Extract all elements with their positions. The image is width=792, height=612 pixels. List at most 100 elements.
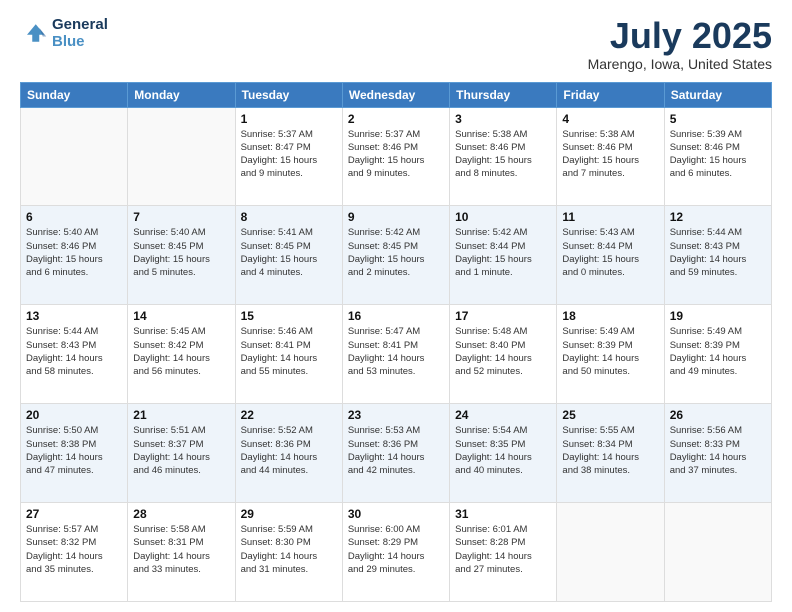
day-info: Sunrise: 5:37 AM Sunset: 8:47 PM Dayligh… [241, 128, 337, 181]
table-row: 28 Sunrise: 5:58 AM Sunset: 8:31 PM Dayli… [128, 503, 235, 602]
day-number: 2 [348, 112, 444, 126]
day-number: 1 [241, 112, 337, 126]
table-row [128, 107, 235, 206]
day-number: 17 [455, 309, 551, 323]
day-number: 31 [455, 507, 551, 521]
day-info: Sunrise: 5:44 AM Sunset: 8:43 PM Dayligh… [26, 325, 122, 378]
day-info: Sunrise: 5:58 AM Sunset: 8:31 PM Dayligh… [133, 523, 229, 576]
calendar-week-row: 1 Sunrise: 5:37 AM Sunset: 8:47 PM Daylig… [21, 107, 772, 206]
header-sunday: Sunday [21, 82, 128, 107]
day-info: Sunrise: 6:00 AM Sunset: 8:29 PM Dayligh… [348, 523, 444, 576]
day-number: 23 [348, 408, 444, 422]
table-row: 30Sunrise: 6:00 AM Sunset: 8:29 PM Dayli… [342, 503, 449, 602]
day-number: 9 [348, 210, 444, 224]
day-info: Sunrise: 5:42 AM Sunset: 8:45 PM Dayligh… [348, 226, 444, 279]
table-row [557, 503, 664, 602]
table-row: 22Sunrise: 5:52 AM Sunset: 8:36 PM Dayli… [235, 404, 342, 503]
calendar-table: Sunday Monday Tuesday Wednesday Thursday… [20, 82, 772, 602]
day-info: Sunrise: 5:43 AM Sunset: 8:44 PM Dayligh… [562, 226, 658, 279]
table-row: 19Sunrise: 5:49 AM Sunset: 8:39 PM Dayli… [664, 305, 771, 404]
logo: General Blue [20, 16, 108, 50]
table-row: 24 Sunrise: 5:54 AM Sunset: 8:35 PM Dayli… [450, 404, 557, 503]
title-block: July 2025 Marengo, Iowa, United States [588, 16, 772, 72]
table-row: 14Sunrise: 5:45 AM Sunset: 8:42 PM Dayli… [128, 305, 235, 404]
table-row: 21Sunrise: 5:51 AM Sunset: 8:37 PM Dayli… [128, 404, 235, 503]
day-number: 5 [670, 112, 766, 126]
table-row: 15 Sunrise: 5:46 AM Sunset: 8:41 PM Dayli… [235, 305, 342, 404]
day-info: Sunrise: 5:41 AM Sunset: 8:45 PM Dayligh… [241, 226, 337, 279]
table-row: 5 Sunrise: 5:39 AM Sunset: 8:46 PM Daylig… [664, 107, 771, 206]
day-number: 6 [26, 210, 122, 224]
day-number: 15 [241, 309, 337, 323]
day-info: Sunrise: 5:48 AM Sunset: 8:40 PM Dayligh… [455, 325, 551, 378]
month-title: July 2025 [588, 16, 772, 56]
table-row: 2 Sunrise: 5:37 AM Sunset: 8:46 PM Daylig… [342, 107, 449, 206]
day-number: 13 [26, 309, 122, 323]
day-number: 27 [26, 507, 122, 521]
table-row: 3Sunrise: 5:38 AM Sunset: 8:46 PM Daylig… [450, 107, 557, 206]
logo-icon [20, 19, 48, 47]
day-number: 10 [455, 210, 551, 224]
table-row: 1 Sunrise: 5:37 AM Sunset: 8:47 PM Daylig… [235, 107, 342, 206]
table-row: 31 Sunrise: 6:01 AM Sunset: 8:28 PM Dayli… [450, 503, 557, 602]
day-info: Sunrise: 5:44 AM Sunset: 8:43 PM Dayligh… [670, 226, 766, 279]
day-info: Sunrise: 5:47 AM Sunset: 8:41 PM Dayligh… [348, 325, 444, 378]
table-row: 13 Sunrise: 5:44 AM Sunset: 8:43 PM Dayli… [21, 305, 128, 404]
day-info: Sunrise: 5:45 AM Sunset: 8:42 PM Dayligh… [133, 325, 229, 378]
day-number: 24 [455, 408, 551, 422]
day-number: 11 [562, 210, 658, 224]
day-info: Sunrise: 5:39 AM Sunset: 8:46 PM Dayligh… [670, 128, 766, 181]
day-number: 20 [26, 408, 122, 422]
day-info: Sunrise: 5:54 AM Sunset: 8:35 PM Dayligh… [455, 424, 551, 477]
day-info: Sunrise: 5:42 AM Sunset: 8:44 PM Dayligh… [455, 226, 551, 279]
day-number: 4 [562, 112, 658, 126]
logo-text: General Blue [52, 16, 108, 50]
header: General Blue July 2025 Marengo, Iowa, Un… [20, 16, 772, 72]
day-info: Sunrise: 5:46 AM Sunset: 8:41 PM Dayligh… [241, 325, 337, 378]
day-info: Sunrise: 5:50 AM Sunset: 8:38 PM Dayligh… [26, 424, 122, 477]
table-row: 10 Sunrise: 5:42 AM Sunset: 8:44 PM Dayli… [450, 206, 557, 305]
day-number: 12 [670, 210, 766, 224]
day-info: Sunrise: 6:01 AM Sunset: 8:28 PM Dayligh… [455, 523, 551, 576]
page: General Blue July 2025 Marengo, Iowa, Un… [0, 0, 792, 612]
header-thursday: Thursday [450, 82, 557, 107]
table-row [664, 503, 771, 602]
table-row: 25Sunrise: 5:55 AM Sunset: 8:34 PM Dayli… [557, 404, 664, 503]
table-row: 23 Sunrise: 5:53 AM Sunset: 8:36 PM Dayli… [342, 404, 449, 503]
table-row: 27 Sunrise: 5:57 AM Sunset: 8:32 PM Dayli… [21, 503, 128, 602]
day-number: 29 [241, 507, 337, 521]
header-saturday: Saturday [664, 82, 771, 107]
day-info: Sunrise: 5:49 AM Sunset: 8:39 PM Dayligh… [562, 325, 658, 378]
table-row: 18Sunrise: 5:49 AM Sunset: 8:39 PM Dayli… [557, 305, 664, 404]
table-row: 9 Sunrise: 5:42 AM Sunset: 8:45 PM Daylig… [342, 206, 449, 305]
table-row: 11 Sunrise: 5:43 AM Sunset: 8:44 PM Dayli… [557, 206, 664, 305]
weekday-header-row: Sunday Monday Tuesday Wednesday Thursday… [21, 82, 772, 107]
day-number: 8 [241, 210, 337, 224]
day-number: 7 [133, 210, 229, 224]
day-number: 26 [670, 408, 766, 422]
table-row: 16Sunrise: 5:47 AM Sunset: 8:41 PM Dayli… [342, 305, 449, 404]
location: Marengo, Iowa, United States [588, 56, 772, 72]
calendar-week-row: 27 Sunrise: 5:57 AM Sunset: 8:32 PM Dayli… [21, 503, 772, 602]
day-number: 3 [455, 112, 551, 126]
day-info: Sunrise: 5:56 AM Sunset: 8:33 PM Dayligh… [670, 424, 766, 477]
table-row: 4 Sunrise: 5:38 AM Sunset: 8:46 PM Daylig… [557, 107, 664, 206]
table-row: 29Sunrise: 5:59 AM Sunset: 8:30 PM Dayli… [235, 503, 342, 602]
table-row: 8 Sunrise: 5:41 AM Sunset: 8:45 PM Daylig… [235, 206, 342, 305]
day-info: Sunrise: 5:57 AM Sunset: 8:32 PM Dayligh… [26, 523, 122, 576]
table-row: 26 Sunrise: 5:56 AM Sunset: 8:33 PM Dayli… [664, 404, 771, 503]
table-row: 7Sunrise: 5:40 AM Sunset: 8:45 PM Daylig… [128, 206, 235, 305]
day-info: Sunrise: 5:38 AM Sunset: 8:46 PM Dayligh… [562, 128, 658, 181]
day-info: Sunrise: 5:40 AM Sunset: 8:46 PM Dayligh… [26, 226, 122, 279]
table-row [21, 107, 128, 206]
day-info: Sunrise: 5:55 AM Sunset: 8:34 PM Dayligh… [562, 424, 658, 477]
day-info: Sunrise: 5:53 AM Sunset: 8:36 PM Dayligh… [348, 424, 444, 477]
table-row: 20 Sunrise: 5:50 AM Sunset: 8:38 PM Dayli… [21, 404, 128, 503]
table-row: 12 Sunrise: 5:44 AM Sunset: 8:43 PM Dayli… [664, 206, 771, 305]
day-info: Sunrise: 5:37 AM Sunset: 8:46 PM Dayligh… [348, 128, 444, 181]
day-info: Sunrise: 5:52 AM Sunset: 8:36 PM Dayligh… [241, 424, 337, 477]
calendar-week-row: 20 Sunrise: 5:50 AM Sunset: 8:38 PM Dayli… [21, 404, 772, 503]
day-number: 21 [133, 408, 229, 422]
header-tuesday: Tuesday [235, 82, 342, 107]
day-number: 28 [133, 507, 229, 521]
